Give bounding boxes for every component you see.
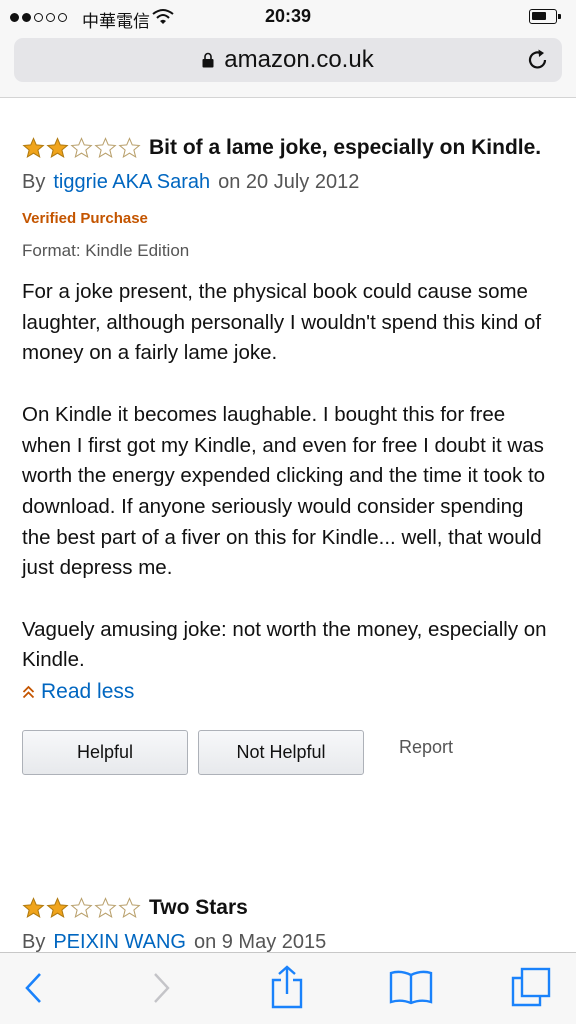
clock: 20:39: [264, 6, 312, 26]
star-filled-icon: [22, 137, 45, 159]
review-title[interactable]: Two Stars: [149, 896, 248, 919]
verified-purchase-badge: Verified Purchase: [22, 210, 148, 227]
star-empty-icon: [118, 137, 141, 159]
bookmarks-icon[interactable]: [389, 969, 433, 1005]
back-icon[interactable]: [22, 971, 44, 1005]
url-text: amazon.co.uk: [224, 46, 374, 73]
review-format: Format: Kindle Edition: [22, 241, 190, 260]
by-prefix: By: [22, 931, 46, 952]
star-empty-icon: [70, 897, 93, 919]
read-less-link[interactable]: Read less: [22, 680, 556, 704]
battery-icon: [529, 9, 561, 24]
review-vote-buttons: Helpful Not Helpful Report: [22, 730, 556, 776]
star-empty-icon: [70, 137, 93, 159]
review-card: Two Stars By PEIXIN WANG on 9 May 2015: [22, 892, 556, 952]
star-empty-icon: [94, 897, 117, 919]
review-author-link[interactable]: PEIXIN WANG: [53, 931, 186, 952]
reload-icon[interactable]: [526, 48, 550, 72]
tabs-icon[interactable]: [511, 967, 551, 1007]
review-byline: By PEIXIN WANG on 9 May 2015: [22, 931, 556, 952]
lock-icon: [202, 52, 214, 68]
review-title-line: Bit of a lame joke, especially on Kindle…: [22, 132, 556, 163]
not-helpful-button[interactable]: Not Helpful: [198, 730, 364, 776]
review-date: on 20 July 2012: [218, 171, 360, 193]
review-body: For a joke present, the physical book co…: [22, 277, 556, 676]
star-filled-icon: [22, 897, 45, 919]
star-filled-icon: [46, 137, 69, 159]
browser-address-area: amazon.co.uk: [0, 34, 576, 98]
read-less-label: Read less: [41, 680, 135, 704]
review-paragraph: For a joke present, the physical book co…: [22, 280, 542, 365]
status-bar: 中華電信 20:39: [0, 0, 576, 34]
by-prefix: By: [22, 171, 46, 193]
review-title[interactable]: Bit of a lame joke, especially on Kindle…: [149, 136, 541, 159]
share-icon[interactable]: [270, 965, 304, 1009]
report-link[interactable]: Report: [399, 737, 453, 758]
review-paragraph: On Kindle it becomes laughable. I bought…: [22, 402, 546, 580]
forward-icon[interactable]: [150, 971, 172, 1005]
review-byline: By tiggrie AKA Sarah on 20 July 2012: [22, 171, 556, 194]
helpful-button[interactable]: Helpful: [22, 730, 188, 776]
address-bar[interactable]: amazon.co.uk: [14, 38, 562, 82]
star-rating: [22, 897, 141, 919]
review-card: Bit of a lame joke, especially on Kindle…: [22, 132, 556, 776]
star-filled-icon: [46, 897, 69, 919]
review-date: on 9 May 2015: [193, 931, 327, 952]
review-paragraph: Vaguely amusing joke: not worth the mone…: [22, 617, 547, 672]
star-empty-icon: [118, 897, 141, 919]
star-rating: [22, 137, 141, 159]
double-chevron-up-icon: [22, 685, 35, 699]
browser-toolbar: [0, 952, 576, 1024]
review-author-link[interactable]: tiggrie AKA Sarah: [53, 171, 210, 193]
page-content: Bit of a lame joke, especially on Kindle…: [0, 98, 576, 952]
review-title-line: Two Stars: [22, 892, 556, 923]
star-empty-icon: [94, 137, 117, 159]
